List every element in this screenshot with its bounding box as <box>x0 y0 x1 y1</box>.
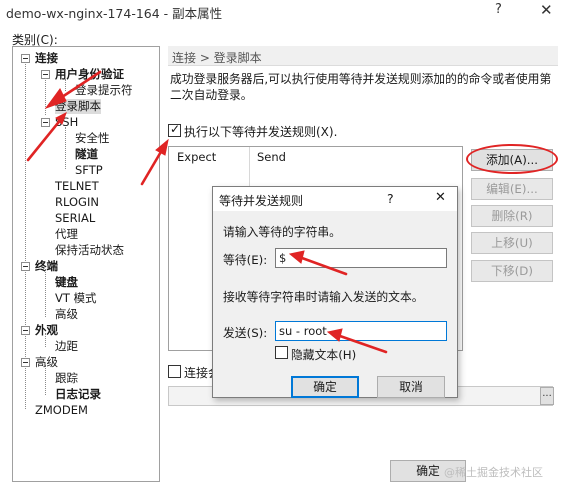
tree-item-connection[interactable]: 连接 <box>35 51 58 66</box>
tree-guide-line <box>65 127 66 169</box>
collapse-toggle[interactable] <box>21 358 30 367</box>
dialog-title: 等待并发送规则 <box>219 194 304 208</box>
execute-rules-label[interactable]: 执行以下等待并发送规则(X). <box>184 123 337 140</box>
watermark: @稀土掘金技术社区 <box>444 466 543 479</box>
help-icon[interactable]: ? <box>387 191 394 206</box>
panel-description: 成功登录服务器后,可以执行使用等待并发送规则添加的的命令或者使用第二次自动登录。 <box>170 72 552 102</box>
tree-item-login-prompt[interactable]: 登录提示符 <box>75 83 133 98</box>
hide-text-checkbox[interactable] <box>275 346 288 359</box>
tree-item-telnet[interactable]: TELNET <box>55 179 99 194</box>
window-title: demo-wx-nginx-174-164 - 副本属性 <box>6 6 223 21</box>
tree-guide-line <box>45 75 46 115</box>
help-icon[interactable]: ? <box>495 2 502 17</box>
wait-send-rule-dialog: 等待并发送规则 ? ✕ 请输入等待的字符串。 等待(E): $ 接收等待字符串时… <box>212 186 458 398</box>
send-prompt: 接收等待字符串时请输入发送的文本。 <box>223 290 424 304</box>
tree-item-user-auth[interactable]: 用户身份验证 <box>55 67 124 82</box>
ok-button-label: 确定 <box>416 464 440 478</box>
tree-item-tunnel[interactable]: 隧道 <box>75 147 98 162</box>
tree-item-keyboard[interactable]: 键盘 <box>55 275 78 290</box>
send-label: 发送(S): <box>223 326 268 340</box>
tree-item-appearance[interactable]: 外观 <box>35 323 58 338</box>
delete-button[interactable]: 删除(R) <box>471 205 553 227</box>
add-button-highlight <box>466 144 558 174</box>
tree-item-sftp[interactable]: SFTP <box>75 163 103 178</box>
tree-item-ssh[interactable]: SSH <box>55 115 78 130</box>
wait-prompt: 请输入等待的字符串。 <box>223 225 341 239</box>
tree-item-login-script[interactable]: 登录脚本 <box>55 99 101 114</box>
move-up-button[interactable]: 上移(U) <box>471 232 553 254</box>
category-tree[interactable]: 连接 用户身份验证 登录提示符 登录脚本 SSH 安全性 隧道 SFTP TEL… <box>12 46 160 482</box>
collapse-toggle[interactable] <box>21 326 30 335</box>
column-expect[interactable]: Expect <box>177 150 216 164</box>
wait-label: 等待(E): <box>223 253 268 267</box>
panel-header: 连接 > 登录脚本 <box>168 46 558 66</box>
browse-button[interactable]: ... <box>540 387 554 405</box>
title-bar: demo-wx-nginx-174-164 - 副本属性 ? ✕ <box>0 0 564 22</box>
edit-button[interactable]: 编辑(E)... <box>471 178 553 200</box>
tree-item-vt-mode[interactable]: VT 模式 <box>55 291 97 306</box>
tree-item-logging[interactable]: 日志记录 <box>55 387 101 402</box>
tree-item-advanced[interactable]: 高级 <box>35 355 58 370</box>
tree-item-terminal-advanced[interactable]: 高级 <box>55 307 78 322</box>
tree-item-security[interactable]: 安全性 <box>75 131 110 146</box>
tree-item-proxy[interactable]: 代理 <box>55 227 78 242</box>
tree-item-margins[interactable]: 边距 <box>55 339 78 354</box>
breadcrumb: 连接 > 登录脚本 <box>172 51 262 65</box>
execute-rules-checkbox[interactable] <box>168 122 181 137</box>
collapse-toggle[interactable] <box>41 70 50 79</box>
tree-item-terminal[interactable]: 终端 <box>35 259 58 274</box>
send-input[interactable]: su - root <box>275 321 447 341</box>
tree-item-rlogin[interactable]: RLOGIN <box>55 195 99 210</box>
dialog-cancel-button[interactable]: 取消 <box>377 376 445 398</box>
collapse-toggle[interactable] <box>21 54 30 63</box>
column-send[interactable]: Send <box>257 150 286 164</box>
collapse-toggle[interactable] <box>41 118 50 127</box>
hide-text-label[interactable]: 隐藏文本(H) <box>291 346 356 363</box>
dialog-ok-button[interactable]: 确定 <box>291 376 359 398</box>
tree-guide-line <box>45 269 46 317</box>
connect-checkbox[interactable] <box>168 365 181 378</box>
dialog-title-bar: 等待并发送规则 ? ✕ <box>213 187 457 211</box>
move-down-button[interactable]: 下移(D) <box>471 260 553 282</box>
tree-item-serial[interactable]: SERIAL <box>55 211 95 226</box>
wait-input[interactable]: $ <box>275 248 447 268</box>
close-icon[interactable]: ✕ <box>435 190 446 205</box>
collapse-toggle[interactable] <box>21 262 30 271</box>
tree-item-trace[interactable]: 跟踪 <box>55 371 78 386</box>
tree-item-zmodem[interactable]: ZMODEM <box>35 403 88 418</box>
close-icon[interactable]: ✕ <box>540 1 553 19</box>
tree-guide-line <box>25 59 26 409</box>
tree-item-keepalive[interactable]: 保持活动状态 <box>55 243 124 258</box>
